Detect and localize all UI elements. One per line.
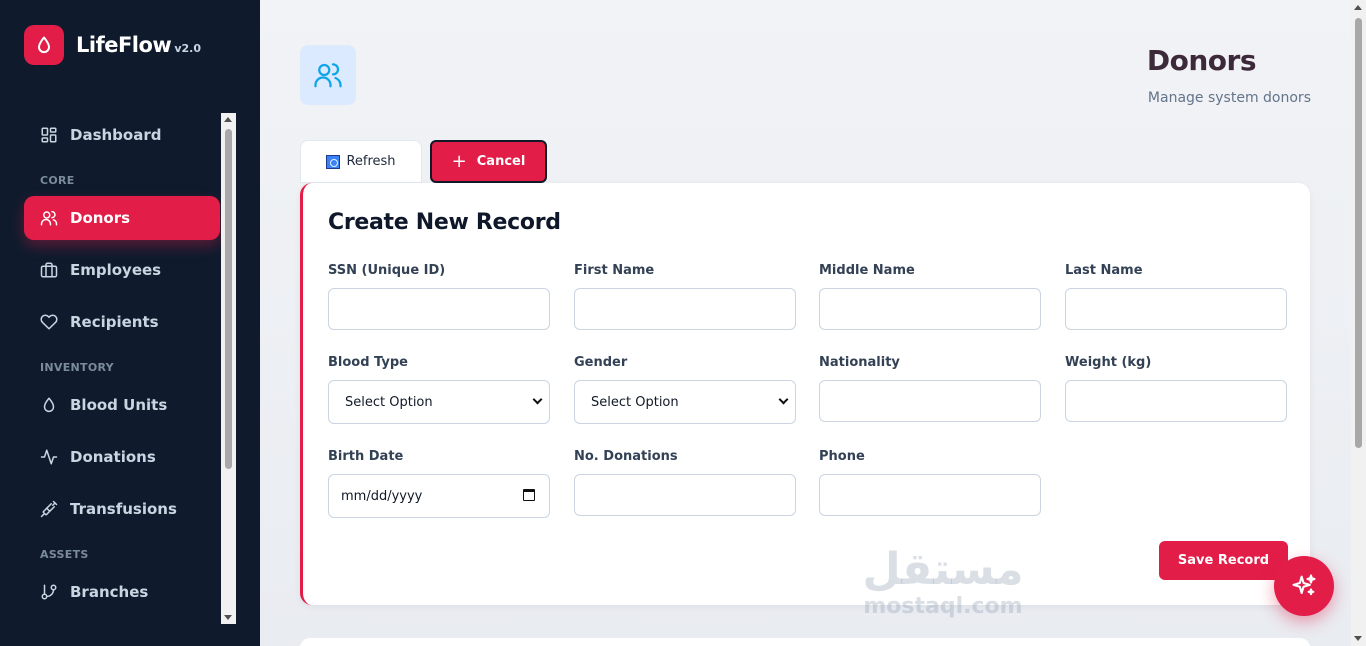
- brand[interactable]: LifeFlow v2.0: [24, 25, 201, 65]
- gender-select[interactable]: Select Option: [574, 380, 796, 424]
- donations-count-input[interactable]: [574, 474, 796, 516]
- users-icon: [40, 210, 58, 226]
- plus-icon: +: [451, 150, 467, 172]
- gender-value: Select Option: [591, 394, 679, 410]
- chevron-down-icon: [778, 394, 789, 405]
- birth-date-input[interactable]: mm/dd/yyyy: [328, 474, 550, 518]
- page-scrollbar[interactable]: [1351, 0, 1366, 646]
- blood-type-label: Blood Type: [328, 355, 408, 370]
- page-subtitle: Manage system donors: [1147, 90, 1311, 106]
- phone-label: Phone: [819, 449, 865, 464]
- git-branch-icon: [41, 584, 57, 600]
- sparkles-icon: [1292, 574, 1316, 596]
- refresh-label: Refresh: [346, 154, 396, 169]
- refresh-button[interactable]: Refresh: [300, 140, 422, 183]
- blood-type-value: Select Option: [345, 394, 433, 410]
- gender-label: Gender: [574, 355, 628, 370]
- activity-icon: [40, 449, 58, 465]
- middle-name-input[interactable]: [819, 288, 1041, 330]
- sidebar-item-employees[interactable]: Employees: [24, 248, 220, 292]
- chevron-down-icon: [532, 394, 543, 405]
- last-name-label: Last Name: [1065, 263, 1143, 278]
- sidebar-item-recipients[interactable]: Recipients: [24, 300, 220, 344]
- watermark: مستقل mostaql.com: [860, 544, 1026, 620]
- phone-input[interactable]: [819, 474, 1041, 516]
- calendar-icon[interactable]: [523, 489, 535, 501]
- sidebar-item-label: Recipients: [70, 313, 159, 331]
- sidebar-item-dashboard[interactable]: Dashboard: [24, 113, 220, 157]
- middle-name-label: Middle Name: [819, 263, 915, 278]
- cancel-button[interactable]: + Cancel: [430, 140, 547, 183]
- droplet-icon: [43, 397, 55, 413]
- sidebar-item-label: Branches: [70, 583, 149, 601]
- main-content: Donors Manage system donors Refresh + Ca…: [260, 0, 1366, 646]
- section-core: CORE: [40, 174, 75, 187]
- first-name-input[interactable]: [574, 288, 796, 330]
- blood-type-select[interactable]: Select Option: [328, 380, 550, 424]
- page-scroll-down-icon[interactable]: [1354, 636, 1362, 641]
- sidebar-item-donations[interactable]: Donations: [24, 435, 220, 479]
- sidebar-item-donors[interactable]: Donors: [24, 196, 220, 240]
- donations-count-label: No. Donations: [574, 449, 678, 464]
- weight-input[interactable]: [1065, 380, 1287, 422]
- sidebar-item-label: Employees: [70, 261, 162, 279]
- nationality-input[interactable]: [819, 380, 1041, 422]
- page-users-icon: [300, 45, 356, 105]
- droplet-logo-icon: [24, 25, 64, 65]
- records-card: [300, 638, 1310, 646]
- refresh-icon: [326, 154, 341, 169]
- weight-label: Weight (kg): [1065, 355, 1152, 370]
- dashboard-icon: [41, 127, 57, 143]
- first-name-label: First Name: [574, 263, 655, 278]
- ssn-input[interactable]: [328, 288, 550, 330]
- ssn-label: SSN (Unique ID): [328, 263, 446, 278]
- syringe-icon: [40, 500, 58, 518]
- watermark-arabic: مستقل: [862, 544, 1024, 595]
- last-name-input[interactable]: [1065, 288, 1287, 330]
- heart-icon: [40, 314, 58, 330]
- sidebar: LifeFlow v2.0 Dashboard CORE Donors Empl…: [0, 0, 260, 646]
- section-assets: ASSETS: [40, 548, 89, 561]
- nationality-label: Nationality: [819, 355, 900, 370]
- page-scroll-up-icon[interactable]: [1354, 5, 1362, 10]
- ai-assistant-button[interactable]: [1274, 556, 1334, 616]
- sidebar-item-transfusions[interactable]: Transfusions: [24, 487, 220, 531]
- sidebar-item-label: Blood Units: [70, 396, 168, 414]
- sidebar-item-blood-units[interactable]: Blood Units: [24, 383, 220, 427]
- brand-name: LifeFlow: [76, 33, 172, 57]
- sidebar-item-branches[interactable]: Branches: [24, 570, 220, 614]
- form-title: Create New Record: [328, 210, 561, 235]
- cancel-label: Cancel: [476, 154, 526, 169]
- sidebar-item-label: Donations: [70, 448, 156, 466]
- birth-date-value: mm/dd/yyyy: [341, 488, 423, 504]
- sidebar-scrollbar-thumb[interactable]: [225, 129, 232, 469]
- sidebar-item-label: Donors: [70, 209, 131, 227]
- create-record-form: Create New Record SSN (Unique ID) First …: [300, 183, 1310, 605]
- birth-date-label: Birth Date: [328, 449, 404, 464]
- watermark-latin: mostaql.com: [863, 594, 1023, 619]
- brand-version: v2.0: [174, 41, 202, 55]
- sidebar-scrollbar[interactable]: [221, 113, 236, 624]
- scroll-down-arrow-icon[interactable]: [224, 615, 232, 620]
- briefcase-icon: [40, 262, 58, 278]
- section-inventory: INVENTORY: [40, 361, 114, 374]
- page-title: Donors: [1146, 44, 1257, 77]
- save-record-button[interactable]: Save Record: [1159, 541, 1288, 580]
- sidebar-item-label: Transfusions: [70, 500, 177, 518]
- scroll-up-arrow-icon[interactable]: [224, 117, 232, 122]
- sidebar-item-label: Dashboard: [70, 126, 162, 144]
- page-scrollbar-thumb[interactable]: [1355, 18, 1362, 448]
